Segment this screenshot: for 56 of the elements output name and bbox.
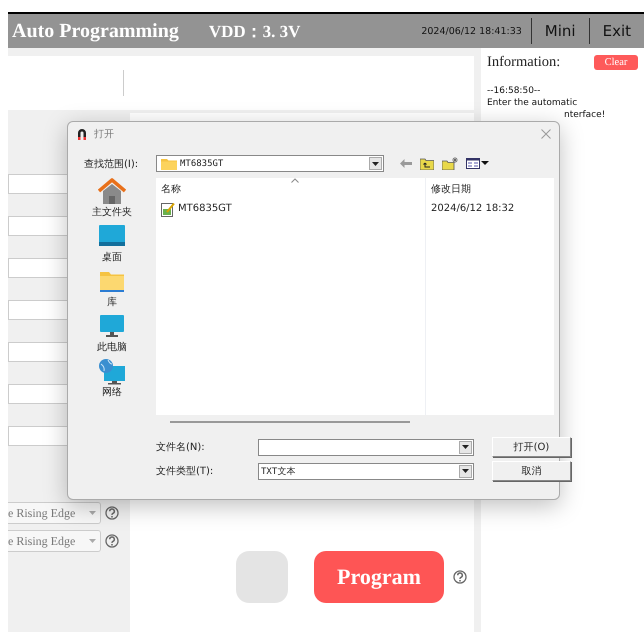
dialog-title: 打开 <box>94 128 114 140</box>
dropdown[interactable]: e Rising Edge <box>8 530 101 552</box>
monitor-icon <box>98 313 126 340</box>
caret-icon <box>89 539 96 543</box>
dropdown-value: e Rising Edge <box>8 506 76 520</box>
help-icon <box>453 570 467 584</box>
text-file-icon <box>161 202 175 216</box>
caret-icon <box>372 162 379 166</box>
look-in-dropdown[interactable]: MT6835GT <box>156 155 384 172</box>
folder-up-icon <box>420 158 434 170</box>
information-title: Information: <box>487 54 560 71</box>
folder-icon <box>161 158 177 170</box>
new-folder-icon <box>442 157 458 170</box>
status-indicator <box>236 551 288 603</box>
combo-field[interactable]: TXT文本 <box>258 462 474 480</box>
vdd-reading: VDD：3. 3V <box>208 20 300 42</box>
dropdown[interactable]: e Rising Edge <box>8 502 101 524</box>
column-header[interactable]: 修改日期 <box>431 182 471 196</box>
look-in-value: MT6835GT <box>180 158 224 168</box>
back-arrow-icon <box>400 159 412 168</box>
horizontal-scrollbar[interactable] <box>170 421 410 423</box>
app-title: Auto Programming <box>11 20 179 42</box>
log-text: --16:58:50-- <box>487 85 542 97</box>
places-item[interactable]: 网络 <box>84 358 140 403</box>
log-text: nterface! <box>563 109 606 121</box>
field-value: TXT文本 <box>261 466 296 478</box>
places-item[interactable]: 主文件夹 <box>84 178 140 223</box>
date-time: 2024/06/12 18:41:33 <box>421 26 522 36</box>
caret-icon <box>462 469 469 473</box>
caret-icon <box>89 511 96 515</box>
file-modified: 2024/6/12 18:32 <box>431 202 516 216</box>
column-header[interactable]: 名称 <box>161 182 181 196</box>
field-label: 文件类型(T): <box>156 464 214 478</box>
magnet-icon <box>77 128 87 140</box>
log-text: Enter the automatic <box>487 97 578 109</box>
dialog-button[interactable]: 取消 <box>492 461 571 481</box>
dialog-button[interactable]: 打开(O) <box>492 437 571 457</box>
house-icon <box>98 178 126 205</box>
help-icon <box>105 506 119 520</box>
places-item[interactable]: 此电脑 <box>84 313 140 358</box>
places-item[interactable]: 桌面 <box>84 223 140 268</box>
caret-icon <box>462 445 469 449</box>
sort-caret-icon <box>291 178 299 183</box>
combo-field[interactable] <box>258 438 474 456</box>
help-icon <box>105 534 119 548</box>
header-button[interactable]: Mini <box>532 16 589 46</box>
header-button[interactable]: Exit <box>590 16 644 46</box>
dropdown-value: e Rising Edge <box>8 534 76 548</box>
file-name: MT6835GT <box>178 202 232 216</box>
file-row[interactable]: MT6835GT <box>161 200 425 218</box>
view-menu-icon <box>466 158 489 169</box>
places-item[interactable]: 库 <box>84 268 140 313</box>
look-in-label: 查找范围(I): <box>84 158 140 170</box>
network-icon <box>98 358 126 385</box>
field-label: 文件名(N): <box>156 440 206 454</box>
close-icon <box>541 128 551 138</box>
